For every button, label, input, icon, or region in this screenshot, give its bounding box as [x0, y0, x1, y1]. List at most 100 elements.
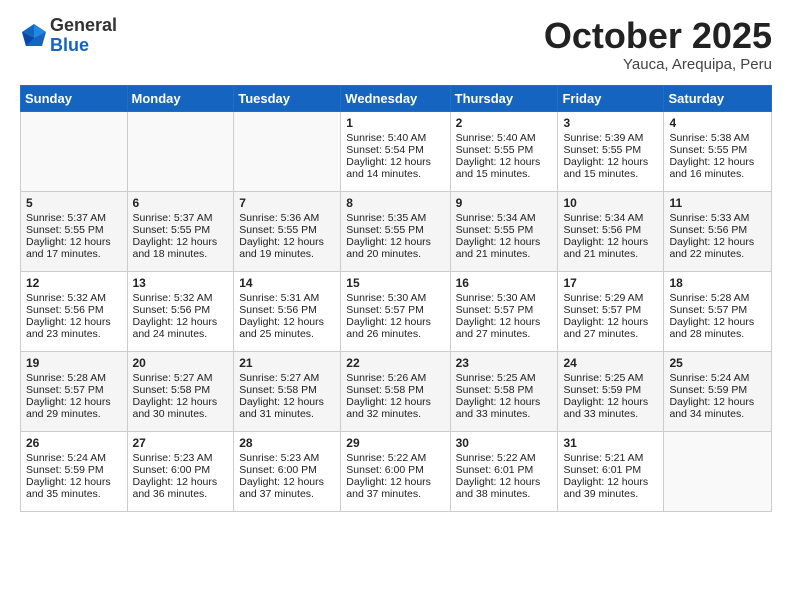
day-info: Daylight: 12 hours: [346, 236, 444, 248]
calendar-cell: [127, 111, 234, 191]
day-number: 16: [456, 276, 553, 290]
day-number: 14: [239, 276, 335, 290]
day-info: Daylight: 12 hours: [26, 236, 122, 248]
calendar-cell: 23Sunrise: 5:25 AMSunset: 5:58 PMDayligh…: [450, 351, 558, 431]
day-info: Sunset: 6:00 PM: [133, 464, 229, 476]
day-number: 27: [133, 436, 229, 450]
day-info: Sunrise: 5:26 AM: [346, 372, 444, 384]
day-info: Daylight: 12 hours: [669, 396, 766, 408]
day-info: Sunrise: 5:22 AM: [456, 452, 553, 464]
day-number: 24: [563, 356, 658, 370]
logo: General Blue: [20, 16, 117, 56]
day-info: Daylight: 12 hours: [669, 236, 766, 248]
day-info: Sunset: 5:56 PM: [133, 304, 229, 316]
day-info: Daylight: 12 hours: [563, 396, 658, 408]
day-info: Sunset: 5:58 PM: [456, 384, 553, 396]
day-info: Daylight: 12 hours: [26, 476, 122, 488]
day-info: Sunrise: 5:34 AM: [456, 212, 553, 224]
day-info: Daylight: 12 hours: [133, 316, 229, 328]
day-info: and 18 minutes.: [133, 248, 229, 260]
col-tuesday: Tuesday: [234, 85, 341, 111]
day-info: and 37 minutes.: [239, 488, 335, 500]
day-info: and 30 minutes.: [133, 408, 229, 420]
day-info: Daylight: 12 hours: [456, 156, 553, 168]
day-info: Sunset: 6:00 PM: [239, 464, 335, 476]
day-info: Sunset: 5:55 PM: [669, 144, 766, 156]
calendar-cell: 16Sunrise: 5:30 AMSunset: 5:57 PMDayligh…: [450, 271, 558, 351]
calendar-cell: 11Sunrise: 5:33 AMSunset: 5:56 PMDayligh…: [664, 191, 772, 271]
day-info: Sunset: 5:59 PM: [563, 384, 658, 396]
calendar-cell: 1Sunrise: 5:40 AMSunset: 5:54 PMDaylight…: [341, 111, 450, 191]
day-info: Sunrise: 5:30 AM: [346, 292, 444, 304]
day-info: and 34 minutes.: [669, 408, 766, 420]
day-number: 4: [669, 116, 766, 130]
calendar-cell: 18Sunrise: 5:28 AMSunset: 5:57 PMDayligh…: [664, 271, 772, 351]
calendar-cell: 17Sunrise: 5:29 AMSunset: 5:57 PMDayligh…: [558, 271, 664, 351]
day-info: and 39 minutes.: [563, 488, 658, 500]
day-info: Sunrise: 5:36 AM: [239, 212, 335, 224]
calendar-week-row-1: 1Sunrise: 5:40 AMSunset: 5:54 PMDaylight…: [21, 111, 772, 191]
calendar-week-row-2: 5Sunrise: 5:37 AMSunset: 5:55 PMDaylight…: [21, 191, 772, 271]
day-info: Sunrise: 5:27 AM: [133, 372, 229, 384]
day-info: Sunrise: 5:30 AM: [456, 292, 553, 304]
calendar-cell: 9Sunrise: 5:34 AMSunset: 5:55 PMDaylight…: [450, 191, 558, 271]
day-info: Sunrise: 5:23 AM: [133, 452, 229, 464]
day-number: 13: [133, 276, 229, 290]
logo-text: General Blue: [50, 16, 117, 56]
day-number: 7: [239, 196, 335, 210]
day-info: and 14 minutes.: [346, 168, 444, 180]
day-info: Daylight: 12 hours: [669, 316, 766, 328]
day-info: Sunrise: 5:27 AM: [239, 372, 335, 384]
day-info: Sunrise: 5:28 AM: [26, 372, 122, 384]
calendar-cell: [664, 431, 772, 511]
day-info: Sunrise: 5:23 AM: [239, 452, 335, 464]
day-info: and 31 minutes.: [239, 408, 335, 420]
day-info: Daylight: 12 hours: [346, 156, 444, 168]
day-number: 18: [669, 276, 766, 290]
col-sunday: Sunday: [21, 85, 128, 111]
day-info: and 15 minutes.: [563, 168, 658, 180]
calendar-cell: 27Sunrise: 5:23 AMSunset: 6:00 PMDayligh…: [127, 431, 234, 511]
day-info: Daylight: 12 hours: [456, 396, 553, 408]
day-info: and 22 minutes.: [669, 248, 766, 260]
logo-general: General: [50, 15, 117, 35]
day-number: 22: [346, 356, 444, 370]
calendar-cell: 30 Sunrise: 5:22 AMSunset: 6:01 PMDayligh…: [450, 431, 558, 511]
day-number: 31: [563, 436, 658, 450]
day-info: and 20 minutes.: [346, 248, 444, 260]
day-info: Sunset: 5:56 PM: [26, 304, 122, 316]
calendar-cell: 25Sunrise: 5:24 AMSunset: 5:59 PMDayligh…: [664, 351, 772, 431]
day-info: and 23 minutes.: [26, 328, 122, 340]
day-info: and 35 minutes.: [26, 488, 122, 500]
day-info: Sunset: 6:01 PM: [563, 464, 658, 476]
day-info: Sunrise: 5:40 AM: [346, 132, 444, 144]
calendar-cell: 28Sunrise: 5:23 AMSunset: 6:00 PMDayligh…: [234, 431, 341, 511]
day-info: Daylight: 12 hours: [669, 156, 766, 168]
day-number: 9: [456, 196, 553, 210]
day-info: Daylight: 12 hours: [456, 476, 553, 488]
calendar-header-row: Sunday Monday Tuesday Wednesday Thursday…: [21, 85, 772, 111]
day-info: and 37 minutes.: [346, 488, 444, 500]
day-info: Sunset: 5:56 PM: [239, 304, 335, 316]
day-number: 30: [456, 436, 553, 450]
day-number: 6: [133, 196, 229, 210]
day-info: Sunset: 6:01 PM: [456, 464, 553, 476]
day-info: Sunrise: 5:31 AM: [239, 292, 335, 304]
day-info: Daylight: 12 hours: [563, 236, 658, 248]
calendar-cell: 4 Sunrise: 5:38 AMSunset: 5:55 PMDaylight…: [664, 111, 772, 191]
day-number: 17: [563, 276, 658, 290]
day-number: 11: [669, 196, 766, 210]
day-info: Daylight: 12 hours: [133, 396, 229, 408]
day-number: 8: [346, 196, 444, 210]
day-info: Daylight: 12 hours: [563, 316, 658, 328]
day-info: Sunrise: 5:21 AM: [563, 452, 658, 464]
day-info: Daylight: 12 hours: [239, 236, 335, 248]
day-number: 19: [26, 356, 122, 370]
day-info: Sunrise: 5:38 AM: [669, 132, 766, 144]
calendar-cell: 15Sunrise: 5:30 AMSunset: 5:57 PMDayligh…: [341, 271, 450, 351]
day-info: Sunset: 5:58 PM: [239, 384, 335, 396]
day-info: Sunset: 5:57 PM: [456, 304, 553, 316]
day-info: Sunrise: 5:24 AM: [669, 372, 766, 384]
day-info: Daylight: 12 hours: [563, 156, 658, 168]
calendar-cell: 7Sunrise: 5:36 AMSunset: 5:55 PMDaylight…: [234, 191, 341, 271]
